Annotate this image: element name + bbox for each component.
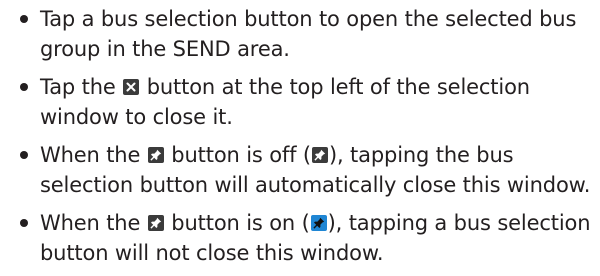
list-item: When the button is on (), tapping a bus … <box>18 208 593 268</box>
item-text-middle: button is off ( <box>164 143 311 167</box>
close-icon <box>123 79 140 95</box>
pin-icon <box>147 215 164 231</box>
instruction-list: Tap a bus selection button to open the s… <box>18 4 593 276</box>
list-item: Tap a bus selection button to open the s… <box>18 4 593 64</box>
list-item: Tap the button at the top left of the se… <box>18 72 593 132</box>
bullet-icon <box>20 219 28 227</box>
pin-icon <box>147 147 164 163</box>
bullet-icon <box>20 151 28 159</box>
item-text-before: Tap the <box>40 75 123 99</box>
item-text-middle: button is on ( <box>164 211 310 235</box>
list-item: When the button is off (), tapping the b… <box>18 140 593 200</box>
item-text: Tap a bus selection button to open the s… <box>40 7 577 61</box>
item-text-before: When the <box>40 143 147 167</box>
item-text-before: When the <box>40 211 147 235</box>
bullet-icon <box>20 15 28 23</box>
bullet-icon <box>20 83 28 91</box>
pin-off-icon <box>311 147 328 163</box>
pin-on-icon <box>310 215 327 231</box>
